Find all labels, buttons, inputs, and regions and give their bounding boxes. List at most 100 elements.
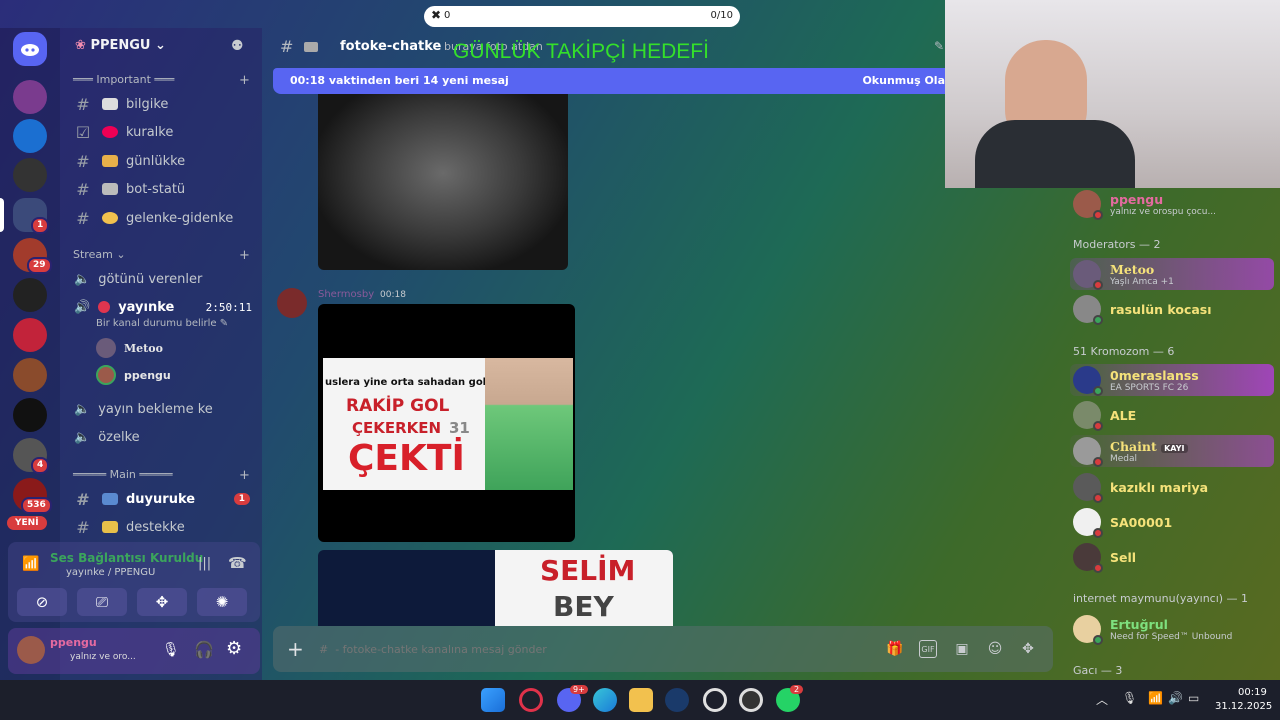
voice-channel-ozelke[interactable]: 🔈 özelke	[66, 424, 256, 450]
ticket-icon	[102, 521, 118, 533]
attachment-image[interactable]	[318, 94, 568, 270]
windows-start-icon[interactable]	[481, 688, 505, 712]
volume-icon[interactable]: 🔊	[1168, 691, 1183, 705]
gif-icon[interactable]: GIF	[919, 640, 937, 658]
disconnect-icon[interactable]: ☎	[228, 554, 247, 572]
member-row[interactable]: Metoo Yaşlı Amca +1	[1070, 258, 1274, 290]
channel-label: duyuruke	[126, 491, 196, 507]
opera-icon[interactable]	[519, 688, 543, 712]
member-row[interactable]: 0meraslanss EA SPORTS FC 26	[1070, 364, 1274, 396]
member-row[interactable]: Ertuğrul Need for Speed™ Unbound	[1070, 613, 1274, 645]
clock-date[interactable]: 31.12.2025	[1215, 701, 1272, 712]
clock-time[interactable]: 00:19	[1238, 687, 1267, 698]
soundboard-button[interactable]: ✺	[197, 588, 247, 616]
server-icon[interactable]	[13, 80, 47, 114]
mark-read-button[interactable]: Okunmuş Ola	[862, 74, 945, 87]
channel-destekke[interactable]: # destekke	[66, 514, 256, 540]
channel-bot-statu[interactable]: # bot-statü	[66, 176, 256, 202]
apps-icon[interactable]: ✥	[1019, 640, 1037, 658]
voice-status[interactable]: Ses Bağlantısı Kuruldu	[50, 551, 203, 565]
voice-channel-gotunu-verenler[interactable]: 🔈 götünü verenler	[66, 266, 256, 292]
plus-icon[interactable]: +	[239, 73, 250, 88]
server-name-header[interactable]: ❀ PPENGU ⌄	[75, 38, 166, 53]
channel-gelenke-gidenke[interactable]: # gelenke-gidenke	[66, 205, 256, 231]
microphone-icon[interactable]: 🎙	[162, 642, 180, 658]
server-icon[interactable]	[13, 358, 47, 392]
voice-location[interactable]: yayınke / PPENGU	[66, 567, 155, 578]
plus-icon[interactable]: +	[287, 637, 304, 661]
category-important[interactable]: ═══ Important ═══ +	[73, 73, 250, 88]
hash-icon: #	[76, 208, 90, 228]
channel-label: götünü verenler	[98, 271, 203, 287]
member-row[interactable]: ALE	[1070, 399, 1274, 431]
channel-gunlukke[interactable]: # günlükke	[66, 148, 256, 174]
gear-icon[interactable]: ⚙	[226, 638, 242, 659]
threads-icon[interactable]: ✎	[934, 39, 944, 53]
hash-icon: #	[76, 489, 90, 509]
message-input[interactable]	[319, 639, 859, 659]
server-icon[interactable]	[13, 398, 47, 432]
member-group-header: Moderators — 2	[1073, 238, 1161, 251]
channel-bilgike[interactable]: # bilgike	[66, 91, 256, 117]
obs-icon[interactable]	[739, 688, 763, 712]
progress-right-value: 0/10	[710, 10, 733, 21]
avatar	[1073, 295, 1103, 325]
avatar[interactable]	[17, 636, 45, 664]
category-stream[interactable]: Stream ⌄ +	[73, 248, 250, 263]
member-row[interactable]: kazıklı mariya	[1070, 471, 1274, 503]
member-row[interactable]: Sell	[1070, 541, 1274, 573]
gift-icon[interactable]: 🎁	[886, 640, 904, 658]
voice-user[interactable]: ppengu	[96, 365, 171, 385]
camera-off-button[interactable]: ⊘	[17, 588, 67, 616]
voice-channel-yayinke[interactable]: 🔊 yayınke 2:50:11	[66, 294, 256, 320]
voice-channel-yayin-bekleme-ke[interactable]: 🔈 yayın bekleme ke	[66, 396, 256, 422]
battery-icon[interactable]: ▭	[1188, 691, 1199, 705]
avatar[interactable]	[277, 288, 307, 318]
avatar	[1073, 190, 1103, 220]
sticker-icon[interactable]: ▣	[953, 640, 971, 658]
channel-label: destekke	[126, 519, 185, 535]
channel-duyuruke[interactable]: # duyuruke 1	[66, 486, 256, 512]
soundboard-icon[interactable]: |||	[198, 556, 211, 571]
chevron-up-icon[interactable]: ︿	[1096, 691, 1108, 708]
headphones-icon[interactable]: 🎧	[194, 640, 214, 659]
attachment-video[interactable]: uslera yine orta sahadan gol yedi RAKİP …	[318, 304, 575, 542]
microphone-tray-icon[interactable]: 🎙	[1122, 691, 1137, 705]
plus-icon[interactable]: +	[239, 248, 250, 263]
server-icon[interactable]	[13, 318, 47, 352]
channel-kuralke[interactable]: ☑ kuralke	[66, 119, 256, 145]
member-row[interactable]: rasulün kocası	[1070, 293, 1274, 325]
activities-button[interactable]: ✥	[137, 588, 187, 616]
avatar	[1073, 615, 1103, 645]
server-icon[interactable]	[13, 278, 47, 312]
server-icon[interactable]	[13, 158, 47, 192]
add-user-icon[interactable]: ⚉	[231, 38, 244, 54]
new-messages-banner[interactable]: 00:18 vaktinden beri 14 yeni mesaj Okunm…	[273, 68, 945, 94]
member-row[interactable]: SA00001	[1070, 506, 1274, 538]
edge-icon[interactable]	[593, 688, 617, 712]
speaker-icon: 🔈	[74, 429, 91, 445]
chevron-down-icon: ⌄	[116, 248, 126, 261]
user-panel: ppengu yalnız ve oro... 🎙 🎧 ⚙	[8, 628, 260, 674]
user-status[interactable]: yalnız ve oro...	[70, 652, 136, 662]
plus-icon[interactable]: +	[239, 468, 250, 483]
discord-home-icon[interactable]	[13, 32, 47, 66]
settings-app-icon[interactable]	[703, 688, 727, 712]
user-name[interactable]: ppengu	[50, 636, 97, 649]
category-main[interactable]: ═════ Main ═════ +	[73, 468, 250, 483]
channel-title: fotoke-chatke	[340, 39, 442, 54]
message-author[interactable]: Shermosby	[318, 289, 374, 300]
voice-user[interactable]: Metoo	[96, 338, 163, 358]
steam-icon[interactable]	[665, 688, 689, 712]
member-row[interactable]: Chaint KAYI Medal	[1070, 435, 1274, 467]
channel-status-hint[interactable]: Bir kanal durumu belirle ✎	[96, 318, 228, 329]
emoji-icon[interactable]: ☺	[986, 640, 1004, 658]
new-label[interactable]: YENİ	[7, 516, 47, 530]
status-indicator	[1093, 386, 1103, 396]
attachment-image[interactable]: SELİM BEY	[318, 550, 673, 626]
member-row[interactable]: ppengu yalnız ve orospu çocu...	[1070, 188, 1274, 220]
server-icon[interactable]	[13, 119, 47, 153]
screen-share-button[interactable]: ⎚	[77, 588, 127, 616]
wifi-icon[interactable]: 📶	[1148, 691, 1163, 705]
file-explorer-icon[interactable]	[629, 688, 653, 712]
